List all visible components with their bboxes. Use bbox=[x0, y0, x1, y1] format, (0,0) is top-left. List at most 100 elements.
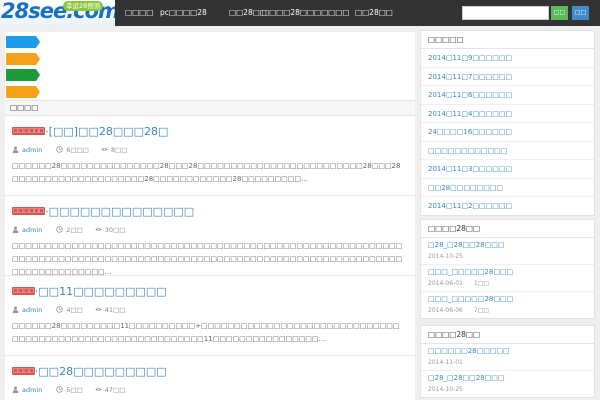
entry-date: 2014-11-01 bbox=[428, 359, 463, 366]
post-author[interactable]: admin bbox=[22, 226, 42, 234]
user-icon bbox=[12, 386, 19, 393]
search-input[interactable] bbox=[462, 6, 549, 20]
post-header: □□□□ ·□□28□□□□□□□□□ bbox=[12, 363, 407, 379]
post-item: □□□□ ·□□11□□□□□□□□□ admin 4□□ 41□□ □□□□□… bbox=[5, 276, 415, 356]
entry-title[interactable]: □28_□28□□28□□□ bbox=[428, 240, 587, 251]
clock-icon bbox=[56, 386, 64, 393]
sidebar-link[interactable]: 24□□□□16□□□□□□ bbox=[421, 123, 594, 142]
entry-date: 2014-10-25 bbox=[428, 253, 463, 260]
post-header: □□□□□□ ·[□□]□□28□□□28□ bbox=[12, 123, 407, 139]
entry-date: 2014-06-06 bbox=[428, 307, 463, 314]
sidebar-link[interactable]: □□□□□□□□□□□□ bbox=[421, 142, 594, 160]
post-excerpt: □□□□□□28□□□□□□□□□11□□□□□□□□□□+□□□□□□□□□□… bbox=[12, 322, 400, 343]
category-badge[interactable]: □□□□ bbox=[12, 287, 35, 295]
eye-icon bbox=[101, 147, 108, 152]
site-logo[interactable]: 28see.com 幸运28预测 bbox=[0, 0, 115, 26]
eye-icon bbox=[95, 387, 102, 392]
widget-title: □□□□28□□ bbox=[421, 326, 594, 344]
post-list: □□□□□□ ·[□□]□□28□□□28□ admin 6□□□ 8□□ □□… bbox=[5, 116, 415, 400]
entry-count: 1□□ bbox=[473, 280, 490, 287]
post-meta: admin 4□□ 41□□ bbox=[12, 304, 407, 315]
popular-posts-widget: □□□□28□□ □28_□28□□28□□□ 2014-10-25 □□□_□… bbox=[420, 219, 595, 319]
clock-icon bbox=[56, 306, 64, 313]
entry-title[interactable]: □28_□28□□28□□□ bbox=[428, 373, 587, 384]
post-views: 47□□ bbox=[104, 385, 126, 394]
flag-shape bbox=[6, 53, 40, 65]
entry-title[interactable]: □□□□□□28□□□□□ bbox=[428, 346, 587, 357]
entry-title[interactable]: □□□_□□□□□28□□□ bbox=[428, 294, 587, 305]
logo-badge: 幸运28预测 bbox=[63, 1, 104, 11]
post-views: 30□□ bbox=[104, 225, 126, 234]
category-badge[interactable]: □□□□□□ bbox=[12, 127, 46, 135]
eye-icon bbox=[95, 227, 102, 232]
post-item: □□□□□□ ·□□□□□□□□□□□□□□ admin 2□□ 30□□ □□… bbox=[5, 196, 415, 276]
post-item: □□□□□□ ·[□□]□□28□□□28□ admin 6□□□ 8□□ □□… bbox=[5, 116, 415, 196]
post-title[interactable]: ·□□11□□□□□□□□□ bbox=[35, 285, 167, 298]
latest-posts-widget: □□□□28□□ □□□□□□28□□□□□ 2014-11-01 □28_□2… bbox=[420, 325, 595, 398]
sidebar-link[interactable]: 2014□11□3□□□□□□ bbox=[421, 160, 594, 179]
flag-icon-orange-2[interactable] bbox=[6, 86, 40, 98]
category-badge[interactable]: □□□□□□ bbox=[12, 207, 46, 215]
post-excerpt: □□□□□□□□□□□□□□□□□□□□□□□□□□□□□□□□□□□□□□□□… bbox=[12, 242, 403, 276]
post-item: □□□□ ·□□28□□□□□□□□□ admin 5□□ 47□□ bbox=[5, 356, 415, 400]
user-icon bbox=[12, 226, 19, 233]
clock-icon bbox=[56, 146, 64, 153]
list-item: □□□_□□□□□28□□□ 2014-06-01 1□□ bbox=[421, 265, 594, 292]
widget-title: □□□□28□□ bbox=[421, 220, 594, 238]
flag-shape bbox=[6, 86, 40, 98]
sidebar-link[interactable]: 2014□11□7□□□□□□ bbox=[421, 68, 594, 86]
sidebar-link[interactable]: 2014□11□9□□□□□□ bbox=[421, 49, 594, 68]
nav-home[interactable]: □□□□ bbox=[125, 0, 153, 26]
nav-item-5[interactable]: □□□□□ bbox=[314, 0, 349, 26]
search-button[interactable]: □□ bbox=[551, 6, 568, 20]
post-views: 41□□ bbox=[104, 305, 126, 314]
post-title[interactable]: ·[□□]□□28□□□28□ bbox=[45, 125, 168, 138]
nav-pc-28[interactable]: pc□□□□28 bbox=[160, 0, 207, 26]
post-time: 4□□ bbox=[66, 305, 83, 314]
flag-panel bbox=[5, 32, 415, 100]
entry-title[interactable]: □□□_□□□□□28□□□ bbox=[428, 267, 587, 278]
user-icon bbox=[12, 306, 19, 313]
category-badge[interactable]: □□□□ bbox=[12, 367, 35, 375]
list-item: □28_□28□□28□□□ 2014-10-25 bbox=[421, 371, 594, 397]
post-header: □□□□□□ ·□□□□□□□□□□□□□□ bbox=[12, 203, 407, 219]
sidebar-link[interactable]: 2014□11□2□□□□□□ bbox=[421, 197, 594, 215]
recent-posts-widget: □□□□□ 2014□11□9□□□□□□ 2014□11□7□□□□□□ 20… bbox=[420, 30, 595, 216]
post-time: 6□□□ bbox=[66, 145, 89, 154]
list-item: □□□□□□28□□□□□ 2014-11-01 bbox=[421, 344, 594, 371]
post-title[interactable]: ·□□□□□□□□□□□□□□ bbox=[45, 205, 194, 218]
login-button[interactable]: □□ bbox=[572, 6, 589, 20]
sidebar-link[interactable]: 2014□11□4□□□□□□ bbox=[421, 105, 594, 123]
post-author[interactable]: admin bbox=[22, 386, 42, 394]
eye-icon bbox=[95, 307, 102, 312]
flag-icon-green[interactable] bbox=[6, 69, 40, 81]
top-navbar: 28see.com 幸运28预测 □□□□ pc□□□□28 □□28□□ □□… bbox=[0, 0, 600, 26]
flag-shape bbox=[6, 69, 40, 81]
entry-date: 2014-06-01 bbox=[428, 280, 463, 287]
sidebar-link[interactable]: □□28□□□□□□□□ bbox=[421, 179, 594, 197]
post-meta: admin 5□□ 47□□ bbox=[12, 384, 407, 395]
post-author[interactable]: admin bbox=[22, 306, 42, 314]
list-item: □□□_□□□□□28□□□ 2014-06-06 7□□ bbox=[421, 292, 594, 318]
sidebar-link[interactable]: 2014□11□6□□□□□□ bbox=[421, 86, 594, 105]
post-author[interactable]: admin bbox=[22, 146, 42, 154]
widget-title: □□□□□ bbox=[421, 31, 594, 49]
entry-date: 2014-10-25 bbox=[428, 386, 463, 393]
list-item: □28_□28□□28□□□ 2014-10-25 bbox=[421, 238, 594, 265]
flag-icon-blue[interactable] bbox=[6, 36, 40, 48]
post-meta: admin 6□□□ 8□□ bbox=[12, 144, 407, 155]
entry-count: 7□□ bbox=[473, 307, 490, 314]
post-title[interactable]: ·□□28□□□□□□□□□ bbox=[35, 365, 167, 378]
user-icon bbox=[12, 146, 19, 153]
post-header: □□□□ ·□□11□□□□□□□□□ bbox=[12, 283, 407, 299]
flag-shape bbox=[6, 36, 40, 48]
flag-icon-orange[interactable] bbox=[6, 53, 40, 65]
post-meta: admin 2□□ 30□□ bbox=[12, 224, 407, 235]
post-time: 2□□ bbox=[66, 225, 83, 234]
post-time: 5□□ bbox=[66, 385, 83, 394]
post-excerpt: □□□□□□28□□□□□□□□□□□□□□□28□□□28□□□□□□□□□□… bbox=[12, 162, 401, 183]
section-title: □□□□ bbox=[5, 100, 415, 116]
post-views: 8□□ bbox=[110, 145, 128, 154]
nav-item-4[interactable]: □□□□28□□ bbox=[262, 0, 314, 26]
nav-item-6[interactable]: □□28□□ bbox=[355, 0, 393, 26]
